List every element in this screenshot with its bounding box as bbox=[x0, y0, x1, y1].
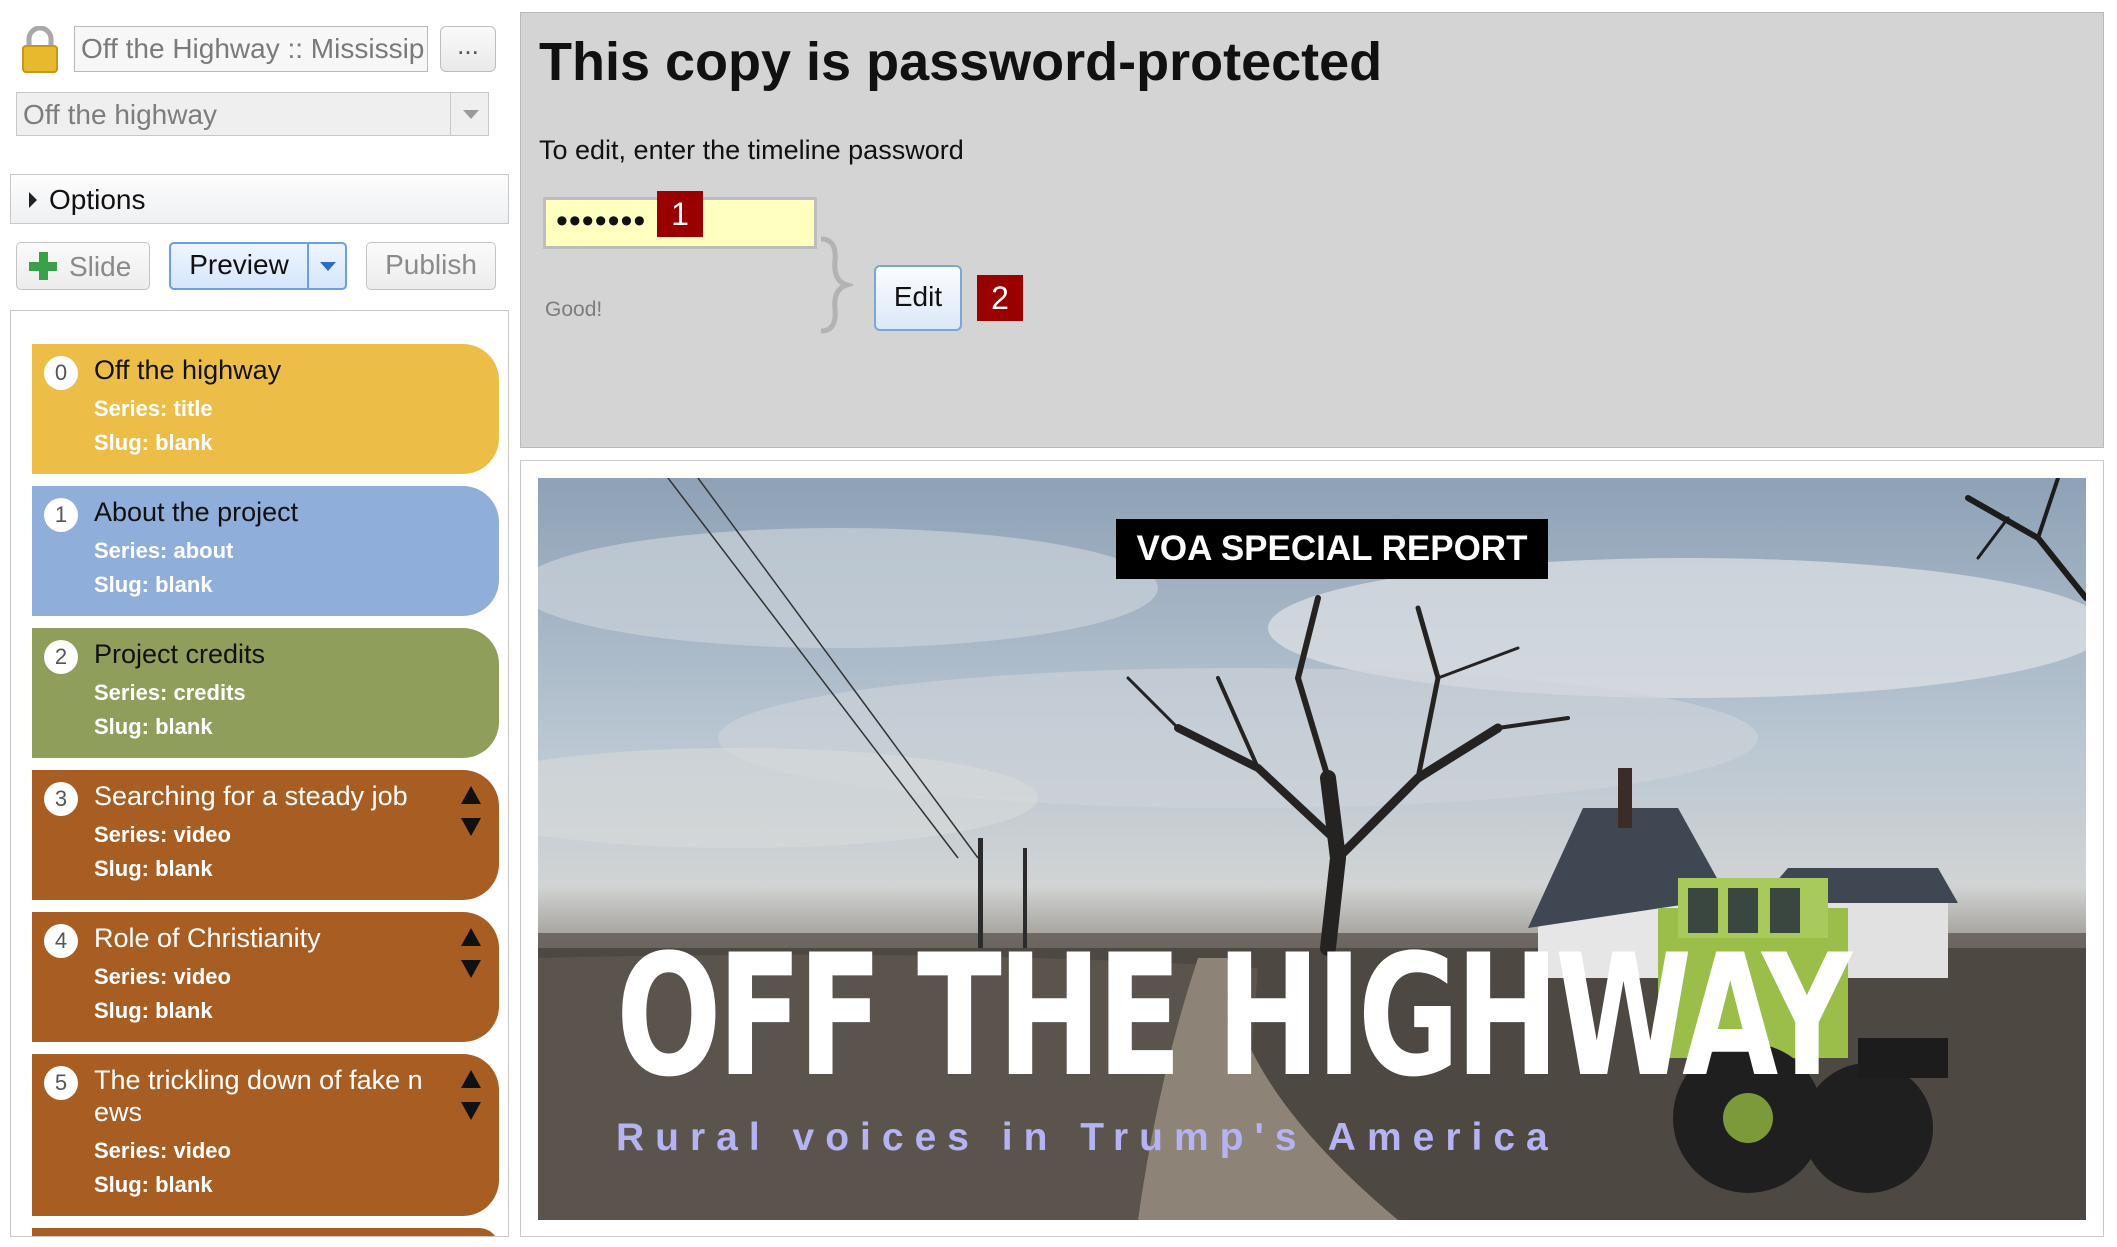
slide-title: Project credits bbox=[94, 639, 266, 669]
arrow-down-icon[interactable] bbox=[461, 818, 481, 836]
preview-button[interactable]: Preview bbox=[169, 242, 309, 290]
arrow-up-icon[interactable] bbox=[461, 928, 481, 946]
preview-dropdown-button[interactable] bbox=[307, 242, 347, 290]
preview-title: OFF THE HIGHWAY bbox=[616, 918, 1852, 1114]
arrow-down-icon[interactable] bbox=[461, 1102, 481, 1120]
chevron-down-icon[interactable] bbox=[450, 93, 488, 135]
slide-title: Off the highway bbox=[94, 355, 282, 385]
add-slide-label: Slide bbox=[69, 251, 132, 282]
arrow-down-icon[interactable] bbox=[461, 960, 481, 978]
slide-item[interactable]: 0 Off the highway Series: title Slug: bl… bbox=[32, 344, 499, 474]
slide-title: Searching for a steady job bbox=[94, 781, 408, 811]
slide-slug: Slug: blank bbox=[94, 856, 213, 881]
timeline-select[interactable]: Off the highway bbox=[16, 92, 489, 136]
add-slide-button[interactable]: Slide bbox=[16, 242, 150, 290]
password-panel: This copy is password-protected To edit,… bbox=[520, 12, 2104, 448]
preview-image: VOA SPECIAL REPORT OFF THE HIGHWAY Rural… bbox=[538, 478, 2086, 1220]
arrow-up-icon[interactable] bbox=[461, 1070, 481, 1088]
lock-icon[interactable] bbox=[20, 26, 60, 74]
slide-title: Role of Christianity bbox=[94, 923, 321, 953]
reorder-controls bbox=[459, 786, 483, 842]
slide-item[interactable]: 2 Project credits Series: credits Slug: … bbox=[32, 628, 499, 758]
slide-item[interactable]: 4 Role of Christianity Series: video Slu… bbox=[32, 912, 499, 1042]
slide-series: Series: about bbox=[94, 538, 234, 563]
slide-item[interactable]: 3 Searching for a steady job Series: vid… bbox=[32, 770, 499, 900]
step-marker: 1 bbox=[657, 191, 703, 237]
slide-number: 5 bbox=[44, 1066, 78, 1100]
slide-title: The trickling down of fake n ews bbox=[94, 1065, 423, 1127]
slide-number: 0 bbox=[44, 356, 78, 390]
slide-series: Series: credits bbox=[94, 680, 246, 705]
slide-item[interactable] bbox=[32, 1228, 499, 1236]
slide-title: About the project bbox=[94, 497, 299, 527]
slide-item[interactable]: 1 About the project Series: about Slug: … bbox=[32, 486, 499, 616]
slide-slug: Slug: blank bbox=[94, 1172, 213, 1197]
plus-icon bbox=[29, 252, 57, 280]
edit-button[interactable]: Edit bbox=[874, 265, 962, 331]
slide-series: Series: title bbox=[94, 396, 213, 421]
reorder-controls bbox=[459, 928, 483, 984]
slide-number: 3 bbox=[44, 782, 78, 816]
reorder-controls bbox=[459, 1070, 483, 1126]
slide-series: Series: video bbox=[94, 822, 231, 847]
options-toggle[interactable]: Options bbox=[10, 174, 509, 224]
options-label: Options bbox=[49, 184, 146, 215]
brace-icon bbox=[820, 236, 853, 334]
triangle-right-icon bbox=[29, 192, 37, 208]
slide-series: Series: video bbox=[94, 964, 231, 989]
slide-slug: Slug: blank bbox=[94, 572, 213, 597]
slide-preview: VOA SPECIAL REPORT OFF THE HIGHWAY Rural… bbox=[520, 460, 2104, 1237]
password-instruction: To edit, enter the timeline password bbox=[539, 135, 964, 165]
arrow-up-icon[interactable] bbox=[461, 786, 481, 804]
slide-number: 4 bbox=[44, 924, 78, 958]
publish-button[interactable]: Publish bbox=[366, 242, 496, 290]
report-badge: VOA SPECIAL REPORT bbox=[1116, 519, 1548, 579]
page-title: This copy is password-protected bbox=[539, 32, 1383, 92]
slide-list[interactable]: 0 Off the highway Series: title Slug: bl… bbox=[10, 310, 509, 1237]
slide-slug: Slug: blank bbox=[94, 998, 213, 1023]
preview-subtitle: Rural voices in Trump's America bbox=[616, 1116, 1559, 1159]
timeline-title-input[interactable]: Off the Highway :: Mississip bbox=[74, 26, 428, 72]
step-marker: 2 bbox=[977, 275, 1023, 321]
timeline-select-value: Off the highway bbox=[23, 99, 218, 130]
password-status: Good! bbox=[545, 298, 603, 321]
slide-number: 1 bbox=[44, 498, 78, 532]
slide-slug: Slug: blank bbox=[94, 714, 213, 739]
slide-series: Series: video bbox=[94, 1138, 231, 1163]
more-button[interactable]: ... bbox=[440, 26, 496, 72]
slide-number: 2 bbox=[44, 640, 78, 674]
slide-slug: Slug: blank bbox=[94, 430, 213, 455]
slide-item[interactable]: 5 The trickling down of fake n ews Serie… bbox=[32, 1054, 499, 1216]
